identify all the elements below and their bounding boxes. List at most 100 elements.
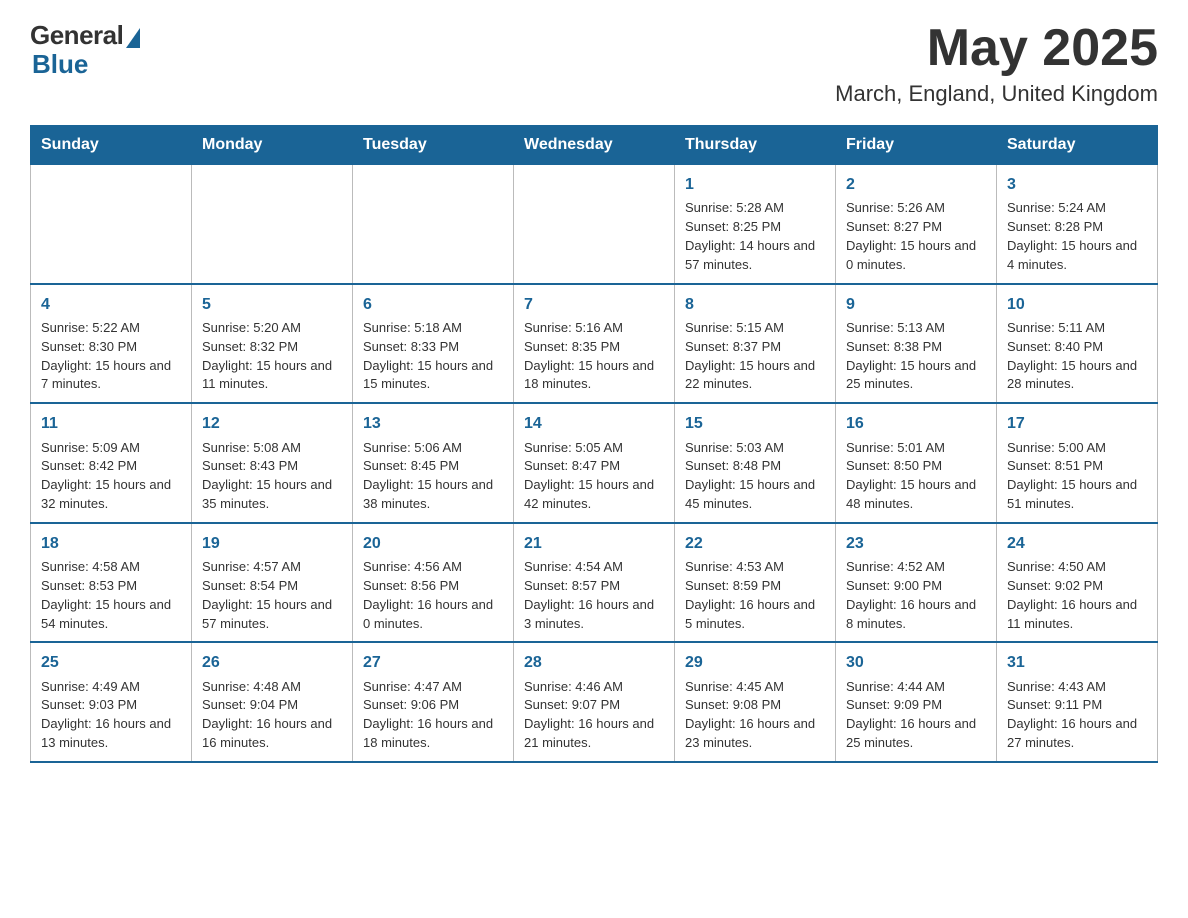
day-cell-4-3: 28 Sunrise: 4:46 AM Sunset: 9:07 PM Dayli… [514,642,675,762]
day-cell-3-1: 19 Sunrise: 4:57 AM Sunset: 8:54 PM Dayli… [192,523,353,643]
day-number: 31 [1007,651,1147,674]
day-number: 18 [41,532,181,555]
week-row-3: 11 Sunrise: 5:09 AM Sunset: 8:42 PM Dayli… [31,403,1158,523]
day-info: Sunrise: 5:11 AM Sunset: 8:40 PM Dayligh… [1007,319,1147,394]
day-cell-1-5: 9Sunrise: 5:13 AM Sunset: 8:38 PM Daylig… [836,284,997,404]
day-cell-0-2 [353,165,514,284]
day-cell-1-0: 4 Sunrise: 5:22 AM Sunset: 8:30 PM Daylig… [31,284,192,404]
day-number: 30 [846,651,986,674]
day-cell-3-2: 20 Sunrise: 4:56 AM Sunset: 8:56 PM Dayli… [353,523,514,643]
day-number: 19 [202,532,342,555]
day-number: 10 [1007,293,1147,316]
day-cell-1-3: 7Sunrise: 5:16 AM Sunset: 8:35 PM Daylig… [514,284,675,404]
day-info: Sunrise: 4:54 AM Sunset: 8:57 PM Dayligh… [524,558,664,633]
day-info: Sunrise: 5:08 AM Sunset: 8:43 PM Dayligh… [202,439,342,514]
day-number: 5 [202,293,342,316]
day-number: 13 [363,412,503,435]
day-number: 1 [685,173,825,196]
day-number: 29 [685,651,825,674]
day-cell-3-3: 21 Sunrise: 4:54 AM Sunset: 8:57 PM Dayli… [514,523,675,643]
day-cell-2-1: 12 Sunrise: 5:08 AM Sunset: 8:43 PM Dayli… [192,403,353,523]
day-info: Sunrise: 5:20 AM Sunset: 8:32 PM Dayligh… [202,319,342,394]
day-number: 12 [202,412,342,435]
day-number: 3 [1007,173,1147,196]
day-cell-3-4: 22Sunrise: 4:53 AM Sunset: 8:59 PM Dayli… [675,523,836,643]
day-number: 2 [846,173,986,196]
day-cell-0-6: 3Sunrise: 5:24 AM Sunset: 8:28 PM Daylig… [997,165,1158,284]
col-tuesday: Tuesday [353,126,514,165]
day-cell-4-5: 30 Sunrise: 4:44 AM Sunset: 9:09 PM Dayli… [836,642,997,762]
day-cell-4-2: 27 Sunrise: 4:47 AM Sunset: 9:06 PM Dayli… [353,642,514,762]
day-cell-0-5: 2 Sunrise: 5:26 AM Sunset: 8:27 PM Daylig… [836,165,997,284]
day-info: Sunrise: 5:26 AM Sunset: 8:27 PM Dayligh… [846,199,986,274]
day-cell-2-0: 11 Sunrise: 5:09 AM Sunset: 8:42 PM Dayli… [31,403,192,523]
day-cell-1-4: 8 Sunrise: 5:15 AM Sunset: 8:37 PM Daylig… [675,284,836,404]
day-cell-4-4: 29 Sunrise: 4:45 AM Sunset: 9:08 PM Dayli… [675,642,836,762]
day-cell-1-2: 6Sunrise: 5:18 AM Sunset: 8:33 PM Daylig… [353,284,514,404]
day-info: Sunrise: 5:00 AM Sunset: 8:51 PM Dayligh… [1007,439,1147,514]
logo: General Blue [30,20,140,77]
day-info: Sunrise: 4:48 AM Sunset: 9:04 PM Dayligh… [202,678,342,753]
day-number: 4 [41,293,181,316]
day-number: 28 [524,651,664,674]
calendar-table: Sunday Monday Tuesday Wednesday Thursday… [30,125,1158,763]
day-info: Sunrise: 5:03 AM Sunset: 8:48 PM Dayligh… [685,439,825,514]
day-cell-2-3: 14Sunrise: 5:05 AM Sunset: 8:47 PM Dayli… [514,403,675,523]
day-cell-2-5: 16Sunrise: 5:01 AM Sunset: 8:50 PM Dayli… [836,403,997,523]
day-cell-1-1: 5 Sunrise: 5:20 AM Sunset: 8:32 PM Daylig… [192,284,353,404]
day-number: 17 [1007,412,1147,435]
day-cell-0-0 [31,165,192,284]
day-number: 7 [524,293,664,316]
day-cell-3-0: 18 Sunrise: 4:58 AM Sunset: 8:53 PM Dayli… [31,523,192,643]
day-info: Sunrise: 5:15 AM Sunset: 8:37 PM Dayligh… [685,319,825,394]
day-number: 8 [685,293,825,316]
day-info: Sunrise: 4:46 AM Sunset: 9:07 PM Dayligh… [524,678,664,753]
day-number: 11 [41,412,181,435]
day-info: Sunrise: 5:06 AM Sunset: 8:45 PM Dayligh… [363,439,503,514]
day-cell-2-6: 17 Sunrise: 5:00 AM Sunset: 8:51 PM Dayli… [997,403,1158,523]
title-block: May 2025 March, England, United Kingdom [835,20,1158,107]
week-row-2: 4 Sunrise: 5:22 AM Sunset: 8:30 PM Daylig… [31,284,1158,404]
day-info: Sunrise: 4:50 AM Sunset: 9:02 PM Dayligh… [1007,558,1147,633]
day-number: 23 [846,532,986,555]
day-cell-4-1: 26 Sunrise: 4:48 AM Sunset: 9:04 PM Dayli… [192,642,353,762]
day-cell-0-4: 1 Sunrise: 5:28 AM Sunset: 8:25 PM Daylig… [675,165,836,284]
day-cell-3-6: 24Sunrise: 4:50 AM Sunset: 9:02 PM Dayli… [997,523,1158,643]
day-number: 9 [846,293,986,316]
day-cell-4-0: 25 Sunrise: 4:49 AM Sunset: 9:03 PM Dayli… [31,642,192,762]
day-info: Sunrise: 4:43 AM Sunset: 9:11 PM Dayligh… [1007,678,1147,753]
col-saturday: Saturday [997,126,1158,165]
day-cell-2-2: 13 Sunrise: 5:06 AM Sunset: 8:45 PM Dayli… [353,403,514,523]
col-sunday: Sunday [31,126,192,165]
day-number: 21 [524,532,664,555]
day-number: 20 [363,532,503,555]
day-number: 27 [363,651,503,674]
col-monday: Monday [192,126,353,165]
day-info: Sunrise: 5:28 AM Sunset: 8:25 PM Dayligh… [685,199,825,274]
col-thursday: Thursday [675,126,836,165]
week-row-4: 18 Sunrise: 4:58 AM Sunset: 8:53 PM Dayli… [31,523,1158,643]
day-info: Sunrise: 4:56 AM Sunset: 8:56 PM Dayligh… [363,558,503,633]
day-info: Sunrise: 5:05 AM Sunset: 8:47 PM Dayligh… [524,439,664,514]
day-info: Sunrise: 4:49 AM Sunset: 9:03 PM Dayligh… [41,678,181,753]
calendar-header-row: Sunday Monday Tuesday Wednesday Thursday… [31,126,1158,165]
calendar-location: March, England, United Kingdom [835,81,1158,107]
day-number: 15 [685,412,825,435]
day-info: Sunrise: 5:01 AM Sunset: 8:50 PM Dayligh… [846,439,986,514]
day-number: 22 [685,532,825,555]
col-friday: Friday [836,126,997,165]
day-cell-2-4: 15 Sunrise: 5:03 AM Sunset: 8:48 PM Dayli… [675,403,836,523]
day-info: Sunrise: 4:45 AM Sunset: 9:08 PM Dayligh… [685,678,825,753]
logo-triangle-icon [126,28,140,48]
day-cell-0-3 [514,165,675,284]
day-info: Sunrise: 4:57 AM Sunset: 8:54 PM Dayligh… [202,558,342,633]
day-info: Sunrise: 4:58 AM Sunset: 8:53 PM Dayligh… [41,558,181,633]
day-number: 25 [41,651,181,674]
day-info: Sunrise: 5:18 AM Sunset: 8:33 PM Dayligh… [363,319,503,394]
day-info: Sunrise: 4:44 AM Sunset: 9:09 PM Dayligh… [846,678,986,753]
day-number: 26 [202,651,342,674]
day-info: Sunrise: 5:22 AM Sunset: 8:30 PM Dayligh… [41,319,181,394]
day-info: Sunrise: 4:47 AM Sunset: 9:06 PM Dayligh… [363,678,503,753]
day-info: Sunrise: 5:09 AM Sunset: 8:42 PM Dayligh… [41,439,181,514]
day-cell-1-6: 10 Sunrise: 5:11 AM Sunset: 8:40 PM Dayli… [997,284,1158,404]
